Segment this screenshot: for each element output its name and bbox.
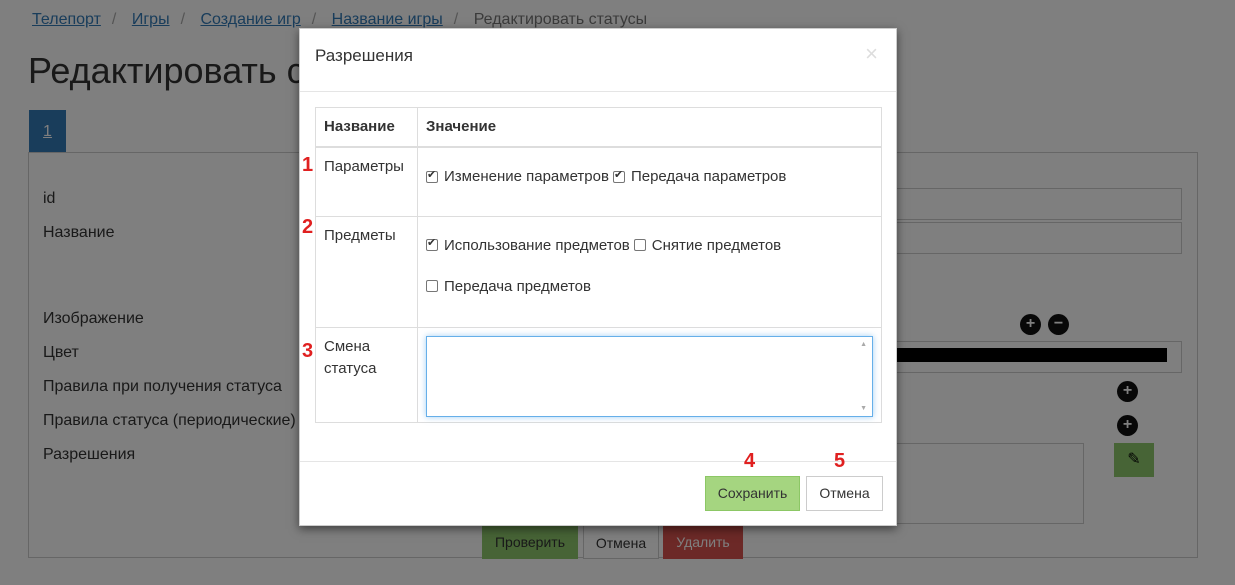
scroll-down-icon[interactable]: ▼ — [860, 405, 867, 412]
row-name-items: Предметы — [315, 215, 418, 328]
marker-2: 2 — [302, 216, 314, 238]
row-name-parameters: Параметры — [315, 146, 418, 217]
checkbox-use-items[interactable] — [426, 236, 438, 251]
row-name-status-change: Смена статуса — [315, 326, 418, 423]
option-label: Передача параметров — [630, 168, 787, 185]
option-label: Передача предметов — [444, 277, 591, 295]
cancel-button[interactable]: Отмена — [806, 476, 883, 511]
modal-footer-divider — [300, 461, 896, 462]
permissions-modal: Разрешения × Название Значение Параметры… — [299, 28, 897, 526]
header-value: Значение — [417, 107, 882, 148]
scroll-up-icon[interactable]: ▲ — [860, 341, 867, 348]
modal-header-divider — [300, 91, 896, 92]
marker-1: 1 — [302, 154, 314, 176]
permissions-table: Название Значение Параметры Изменение па… — [315, 107, 882, 423]
option-label: Изменение параметров — [444, 168, 609, 185]
save-button[interactable]: Сохранить — [705, 476, 800, 511]
marker-4: 4 — [744, 450, 756, 472]
option-label: Снятие предметов — [651, 236, 782, 254]
table-row: Предметы Использование предметов Снятие … — [315, 215, 882, 328]
checkbox-remove-items[interactable] — [633, 239, 646, 251]
status-change-textarea[interactable]: ▲ ▼ — [426, 335, 873, 417]
modal-title: Разрешения — [315, 46, 413, 65]
table-row: Параметры Изменение параметров Передача … — [315, 146, 882, 217]
table-row: Смена статуса ▲ ▼ — [315, 326, 882, 423]
close-icon[interactable]: × — [865, 43, 878, 65]
marker-3: 3 — [302, 340, 314, 362]
checkbox-change-parameters[interactable] — [426, 168, 438, 183]
option-label: Использование предметов — [444, 236, 630, 254]
header-name: Название — [315, 107, 418, 148]
checkbox-transfer-items[interactable] — [426, 280, 438, 292]
checkbox-transfer-parameters[interactable] — [612, 168, 625, 183]
marker-5: 5 — [834, 450, 846, 472]
